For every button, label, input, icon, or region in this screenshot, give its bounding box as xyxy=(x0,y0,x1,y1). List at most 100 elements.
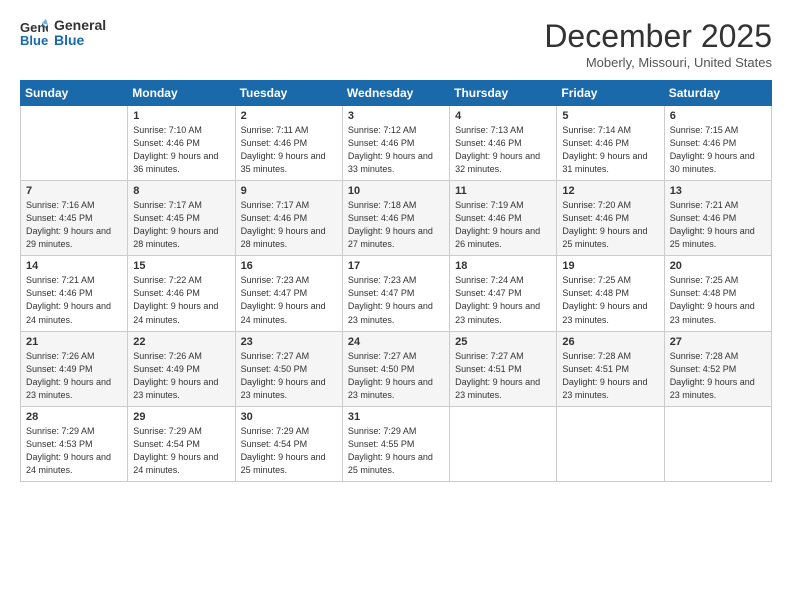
header-day-saturday: Saturday xyxy=(664,81,771,106)
day-cell: 19Sunrise: 7:25 AMSunset: 4:48 PMDayligh… xyxy=(557,256,664,331)
day-info: Sunrise: 7:24 AMSunset: 4:47 PMDaylight:… xyxy=(455,274,551,326)
day-number: 15 xyxy=(133,260,229,272)
daylight: Daylight: 9 hours and 24 minutes. xyxy=(241,301,326,324)
sunset: Sunset: 4:46 PM xyxy=(670,138,737,148)
day-info: Sunrise: 7:29 AMSunset: 4:54 PMDaylight:… xyxy=(133,425,229,477)
daylight: Daylight: 9 hours and 23 minutes. xyxy=(455,377,540,400)
sunset: Sunset: 4:53 PM xyxy=(26,439,93,449)
sunrise: Sunrise: 7:21 AM xyxy=(26,275,95,285)
sunset: Sunset: 4:54 PM xyxy=(241,439,308,449)
daylight: Daylight: 9 hours and 31 minutes. xyxy=(562,151,647,174)
logo-icon: General Blue xyxy=(20,19,48,47)
sunrise: Sunrise: 7:29 AM xyxy=(241,426,310,436)
day-info: Sunrise: 7:19 AMSunset: 4:46 PMDaylight:… xyxy=(455,199,551,251)
day-info: Sunrise: 7:11 AMSunset: 4:46 PMDaylight:… xyxy=(241,124,337,176)
location: Moberly, Missouri, United States xyxy=(544,55,772,70)
day-number: 16 xyxy=(241,260,337,272)
sunset: Sunset: 4:46 PM xyxy=(133,138,200,148)
sunset: Sunset: 4:47 PM xyxy=(241,288,308,298)
daylight: Daylight: 9 hours and 23 minutes. xyxy=(670,377,755,400)
sunset: Sunset: 4:46 PM xyxy=(241,213,308,223)
sunset: Sunset: 4:46 PM xyxy=(455,138,522,148)
day-number: 22 xyxy=(133,336,229,348)
day-cell: 6Sunrise: 7:15 AMSunset: 4:46 PMDaylight… xyxy=(664,106,771,181)
daylight: Daylight: 9 hours and 24 minutes. xyxy=(133,452,218,475)
daylight: Daylight: 9 hours and 23 minutes. xyxy=(562,377,647,400)
sunrise: Sunrise: 7:10 AM xyxy=(133,125,202,135)
day-number: 8 xyxy=(133,185,229,197)
day-info: Sunrise: 7:25 AMSunset: 4:48 PMDaylight:… xyxy=(562,274,658,326)
day-info: Sunrise: 7:12 AMSunset: 4:46 PMDaylight:… xyxy=(348,124,444,176)
day-number: 29 xyxy=(133,411,229,423)
day-cell: 11 Sunrise: 7:19 AMSunset: 4:46 PMDayligh… xyxy=(450,181,557,256)
day-cell xyxy=(557,406,664,481)
sunrise: Sunrise: 7:24 AM xyxy=(455,275,524,285)
header: General Blue General Blue December 2025 … xyxy=(20,18,772,70)
day-cell: 22 Sunrise: 7:26 AMSunset: 4:49 PMDayligh… xyxy=(128,331,235,406)
week-row-3: 21Sunrise: 7:26 AMSunset: 4:49 PMDayligh… xyxy=(21,331,772,406)
day-number: 4 xyxy=(455,110,551,122)
sunrise: Sunrise: 7:29 AM xyxy=(26,426,95,436)
daylight: Daylight: 9 hours and 28 minutes. xyxy=(133,226,218,249)
day-info: Sunrise: 7:23 AMSunset: 4:47 PMDaylight:… xyxy=(241,274,337,326)
day-number: 26 xyxy=(562,336,658,348)
sunset: Sunset: 4:54 PM xyxy=(133,439,200,449)
daylight: Daylight: 9 hours and 30 minutes. xyxy=(670,151,755,174)
daylight: Daylight: 9 hours and 23 minutes. xyxy=(562,301,647,324)
day-cell: 5Sunrise: 7:14 AMSunset: 4:46 PMDaylight… xyxy=(557,106,664,181)
week-row-2: 14 Sunrise: 7:21 AM Sunset: 4:46 PM Dayligh… xyxy=(21,256,772,331)
header-day-tuesday: Tuesday xyxy=(235,81,342,106)
header-row: SundayMondayTuesdayWednesdayThursdayFrid… xyxy=(21,81,772,106)
day-number: 12 xyxy=(562,185,658,197)
day-cell: 28Sunrise: 7:29 AMSunset: 4:53 PMDayligh… xyxy=(21,406,128,481)
day-info: Sunrise: 7:25 AMSunset: 4:48 PMDaylight:… xyxy=(670,274,766,326)
sunrise: Sunrise: 7:18 AM xyxy=(348,200,417,210)
logo-line2: Blue xyxy=(54,33,106,48)
sunset: Sunset: 4:50 PM xyxy=(241,364,308,374)
sunrise: Sunrise: 7:11 AM xyxy=(241,125,309,135)
sunset: Sunset: 4:49 PM xyxy=(26,364,93,374)
day-cell: 27Sunrise: 7:28 AMSunset: 4:52 PMDayligh… xyxy=(664,331,771,406)
sunset: Sunset: 4:46 PM xyxy=(133,288,200,298)
day-cell: 9Sunrise: 7:17 AMSunset: 4:46 PMDaylight… xyxy=(235,181,342,256)
day-info: Sunrise: 7:26 AMSunset: 4:49 PMDaylight:… xyxy=(133,350,229,402)
day-info: Sunrise: 7:22 AMSunset: 4:46 PMDaylight:… xyxy=(133,274,229,326)
day-cell: 25Sunrise: 7:27 AMSunset: 4:51 PMDayligh… xyxy=(450,331,557,406)
sunrise: Sunrise: 7:26 AM xyxy=(26,351,95,361)
daylight: Daylight: 9 hours and 24 minutes. xyxy=(26,301,111,324)
sunset: Sunset: 4:48 PM xyxy=(562,288,629,298)
sunset: Sunset: 4:47 PM xyxy=(348,288,415,298)
logo: General Blue General Blue xyxy=(20,18,106,49)
daylight: Daylight: 9 hours and 25 minutes. xyxy=(670,226,755,249)
sunrise: Sunrise: 7:16 AM xyxy=(26,200,95,210)
day-number: 25 xyxy=(455,336,551,348)
day-cell xyxy=(450,406,557,481)
day-number: 1 xyxy=(133,110,229,122)
day-cell: 10Sunrise: 7:18 AMSunset: 4:46 PMDayligh… xyxy=(342,181,449,256)
header-day-monday: Monday xyxy=(128,81,235,106)
daylight: Daylight: 9 hours and 23 minutes. xyxy=(241,377,326,400)
sunset: Sunset: 4:46 PM xyxy=(348,138,415,148)
week-row-0: 1 Sunrise: 7:10 AM Sunset: 4:46 PM Daylight… xyxy=(21,106,772,181)
sunrise: Sunrise: 7:12 AM xyxy=(348,125,417,135)
day-number: 13 xyxy=(670,185,766,197)
daylight: Daylight: 9 hours and 24 minutes. xyxy=(26,452,111,475)
day-number: 6 xyxy=(670,110,766,122)
day-cell: 24Sunrise: 7:27 AMSunset: 4:50 PMDayligh… xyxy=(342,331,449,406)
day-cell: 2Sunrise: 7:11 AMSunset: 4:46 PMDaylight… xyxy=(235,106,342,181)
day-number: 11 xyxy=(455,185,551,197)
day-cell: 30Sunrise: 7:29 AMSunset: 4:54 PMDayligh… xyxy=(235,406,342,481)
sunset: Sunset: 4:48 PM xyxy=(670,288,737,298)
daylight: Daylight: 9 hours and 26 minutes. xyxy=(455,226,540,249)
sunrise: Sunrise: 7:23 AM xyxy=(348,275,417,285)
day-cell: 18Sunrise: 7:24 AMSunset: 4:47 PMDayligh… xyxy=(450,256,557,331)
daylight: Daylight: 9 hours and 23 minutes. xyxy=(348,301,433,324)
day-info: Sunrise: 7:27 AMSunset: 4:50 PMDaylight:… xyxy=(348,350,444,402)
day-info: Sunrise: 7:18 AMSunset: 4:46 PMDaylight:… xyxy=(348,199,444,251)
day-number: 31 xyxy=(348,411,444,423)
logo-line1: General xyxy=(54,18,106,33)
day-cell: 26Sunrise: 7:28 AMSunset: 4:51 PMDayligh… xyxy=(557,331,664,406)
day-cell: 7Sunrise: 7:16 AMSunset: 4:45 PMDaylight… xyxy=(21,181,128,256)
day-number: 14 xyxy=(26,260,122,272)
sunset: Sunset: 4:45 PM xyxy=(26,213,93,223)
